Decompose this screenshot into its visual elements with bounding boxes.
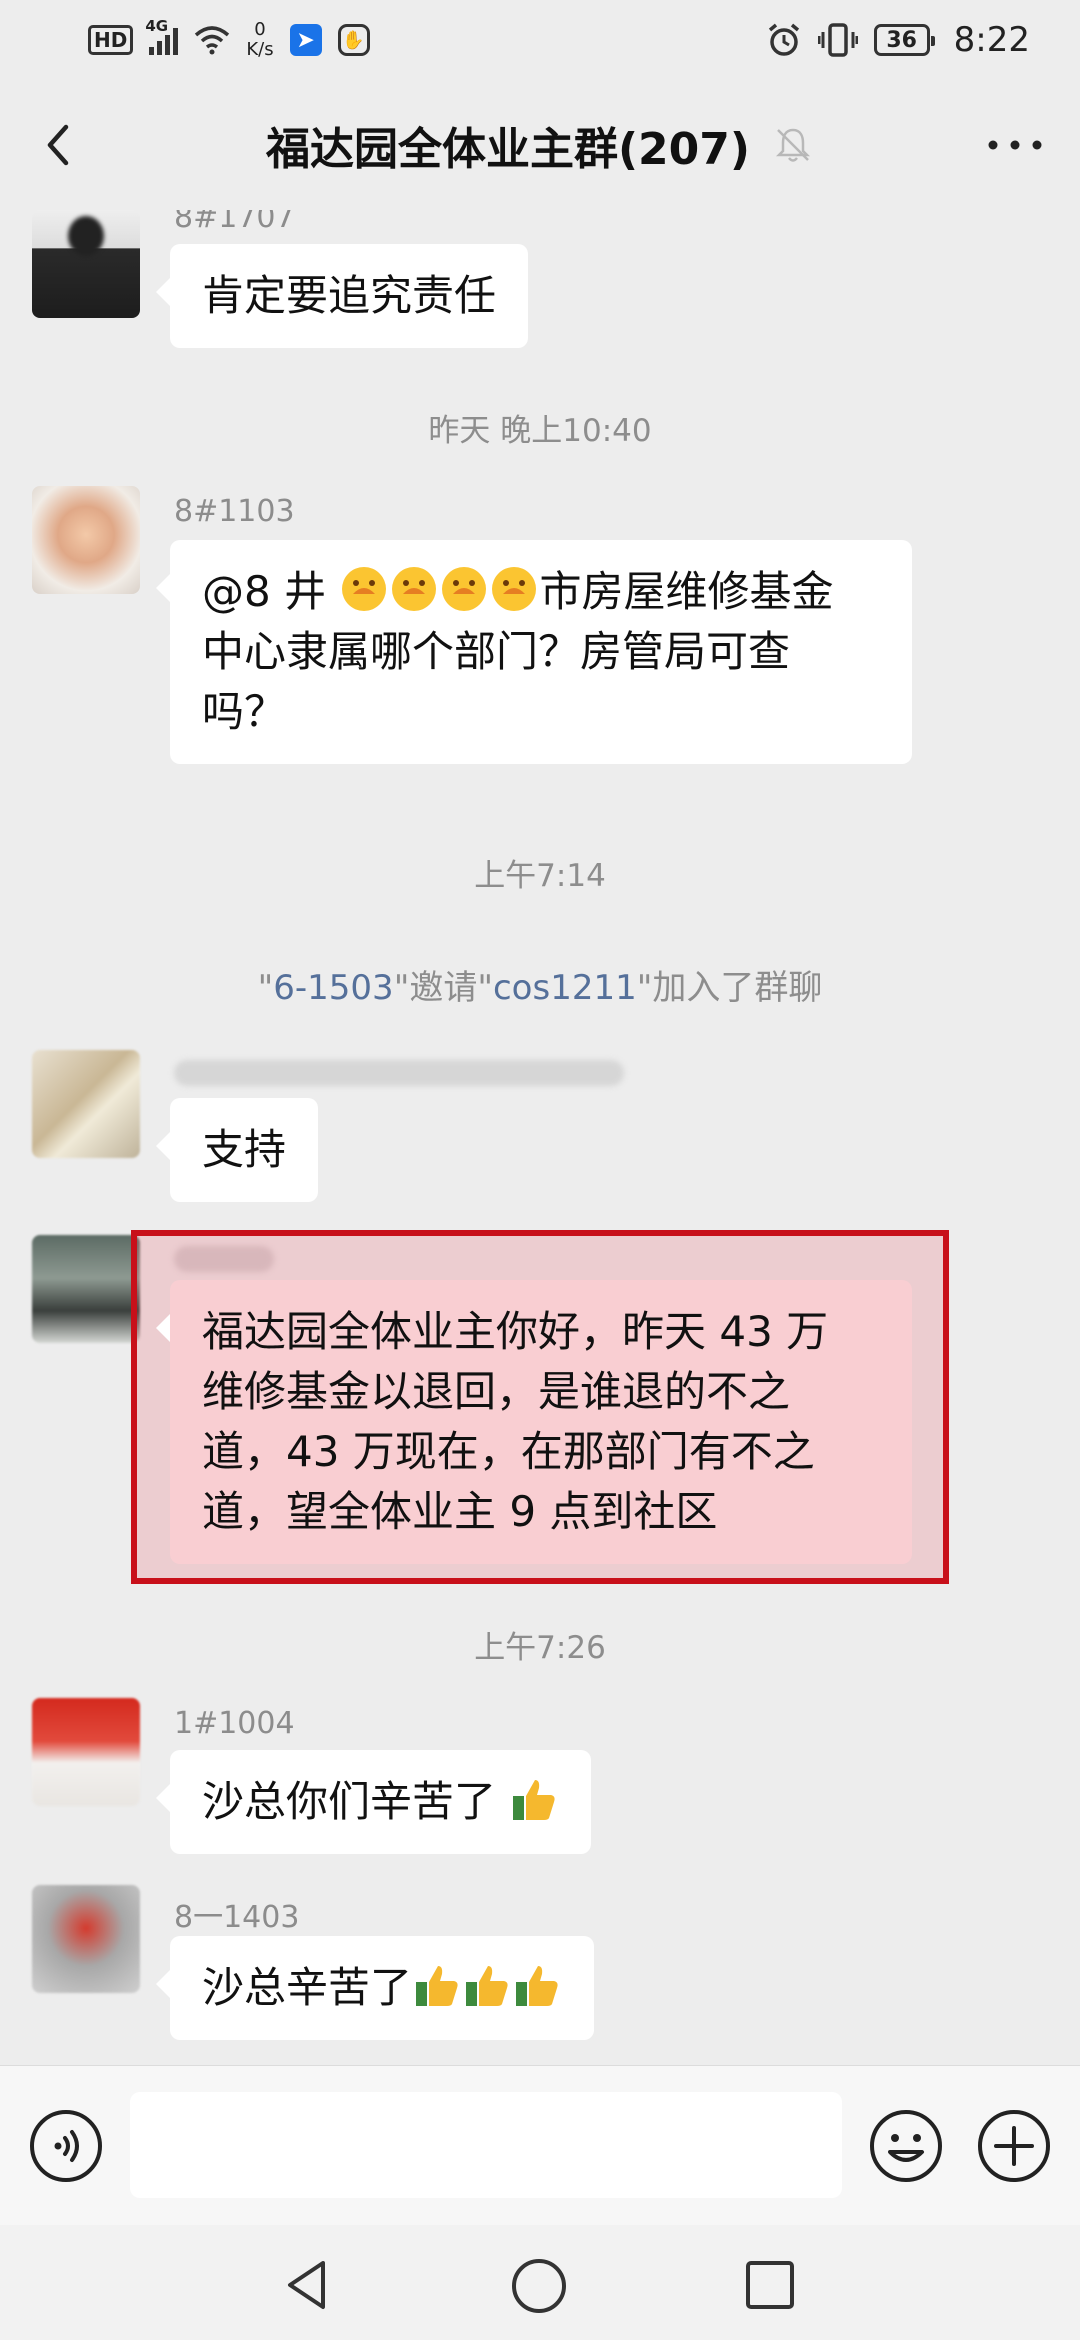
message-line: 道，望全体业主 9 点到社区 <box>202 1487 718 1536</box>
nav-recents-square-icon[interactable] <box>742 2257 798 2313</box>
battery-level: 36 <box>886 27 917 53</box>
blurred-sender-name <box>174 1246 274 1272</box>
more-actions-plus-icon[interactable] <box>976 2108 1052 2184</box>
voice-input-icon[interactable] <box>28 2108 104 2184</box>
mention: @8 井 <box>202 567 340 616</box>
timestamp: 昨天 晚上10:40 <box>428 413 652 449</box>
message-bubble[interactable]: 沙总你们辛苦了 <box>155 1750 592 1854</box>
message-bubble[interactable]: 支持 <box>155 1098 319 1202</box>
blurred-sender-name <box>174 1060 624 1086</box>
chat-title[interactable]: 福达园全体业主群(207) <box>266 113 750 177</box>
message-bubble[interactable]: 肯定要追究责任 <box>155 244 529 348</box>
shushing-face-emoji-icon <box>392 567 437 611</box>
message-line: 中心隶属哪个部门？房管局可查 <box>202 627 791 676</box>
speed-unit: K/s <box>246 39 274 60</box>
sender-name: 1#1004 <box>174 1706 295 1741</box>
shushing-face-emoji-icon <box>492 567 537 611</box>
avatar[interactable] <box>32 486 140 594</box>
thumbs-up-emoji-icon <box>466 1966 508 2006</box>
app-notification-icon: ➤ <box>289 24 322 56</box>
speed-value: 0 <box>254 19 266 40</box>
status-left: HD 4G 0 K/s ➤ ✋ <box>88 17 370 60</box>
notice-text: "邀请" <box>393 968 493 1008</box>
avatar[interactable] <box>32 1698 140 1806</box>
message-line: 道，43 万现在，在那部门有不之 <box>202 1427 815 1476</box>
message-bubble[interactable]: 沙总辛苦了 <box>155 1936 595 2040</box>
more-options-icon[interactable] <box>980 120 1050 170</box>
alarm-icon <box>768 23 799 56</box>
sender-name: 8#1103 <box>174 494 295 529</box>
hand-notification-icon: ✋ <box>337 24 370 56</box>
thumbs-up-emoji-icon <box>513 1780 555 1820</box>
status-right: 36 8:22 <box>766 20 1030 60</box>
message-text: 市房屋维修基金 <box>539 567 834 616</box>
hd-badge: HD <box>88 25 134 55</box>
thumbs-up-emoji-icon <box>416 1966 458 2006</box>
invitee-name[interactable]: cos1211 <box>493 968 637 1008</box>
emoji-picker-icon[interactable] <box>868 2108 944 2184</box>
avatar[interactable] <box>32 1235 140 1343</box>
shushing-face-emoji-icon <box>442 567 487 611</box>
network-speed: 0 K/s <box>246 20 273 60</box>
input-bar <box>0 2065 1080 2225</box>
message-text: 沙总辛苦了 <box>202 1963 413 2012</box>
message-bubble[interactable]: 福达园全体业主你好，昨天 43 万 维修基金以退回，是谁退的不之 道，43 万现… <box>156 1280 912 1564</box>
battery-icon: 36 <box>873 24 935 56</box>
status-bar: HD 4G 0 K/s ➤ ✋ 36 8:22 <box>0 0 1080 80</box>
system-nav-bar <box>0 2225 1080 2340</box>
shushing-face-emoji-icon <box>342 567 387 611</box>
vibrate-icon <box>817 23 858 57</box>
mute-bell-icon <box>776 128 811 162</box>
sender-name: 8一1403 <box>174 1900 300 1935</box>
chat-header: 福达园全体业主群(207) <box>0 80 1080 210</box>
nav-back-triangle-icon[interactable] <box>278 2255 338 2315</box>
notice-text: "加入了群聊 <box>636 968 823 1008</box>
message-text: 沙总你们辛苦了 <box>202 1777 510 1826</box>
system-notice: "6-1503"邀请"cos1211"加入了群聊 <box>0 960 1080 1009</box>
inviter-name[interactable]: 6-1503 <box>273 968 393 1008</box>
quote: " <box>257 968 274 1008</box>
network-type: 4G <box>145 17 169 35</box>
message-line: 维修基金以退回，是谁退的不之 <box>202 1367 791 1416</box>
title-group: 福达园全体业主群(207) <box>266 113 814 177</box>
thumbs-up-emoji-icon <box>516 1966 558 2006</box>
wifi-icon <box>195 26 230 55</box>
avatar[interactable] <box>32 1885 140 1993</box>
message-input[interactable] <box>130 2092 842 2198</box>
avatar[interactable] <box>32 1050 140 1158</box>
timestamp: 上午7:26 <box>474 1630 606 1666</box>
message-line: @8 井 市房屋维修基金 <box>202 562 880 622</box>
sender-name: 8#1707 <box>174 210 295 235</box>
message-bubble[interactable]: @8 井 市房屋维修基金 中心隶属哪个部门？房管局可查 吗？ <box>156 540 912 764</box>
avatar[interactable] <box>32 210 140 318</box>
signal-icon: 4G <box>145 17 179 55</box>
back-arrow-icon[interactable] <box>30 115 90 175</box>
chat-messages[interactable]: 8#1707 肯定要追究责任 昨天 晚上10:40 8#1103 @8 井 市房… <box>0 210 1080 2065</box>
message-line: 福达园全体业主你好，昨天 43 万 <box>202 1307 829 1356</box>
nav-home-circle-icon[interactable] <box>508 2255 570 2317</box>
message-line: 吗？ <box>202 687 287 736</box>
clock: 8:22 <box>953 20 1030 60</box>
timestamp: 上午7:14 <box>474 858 606 894</box>
